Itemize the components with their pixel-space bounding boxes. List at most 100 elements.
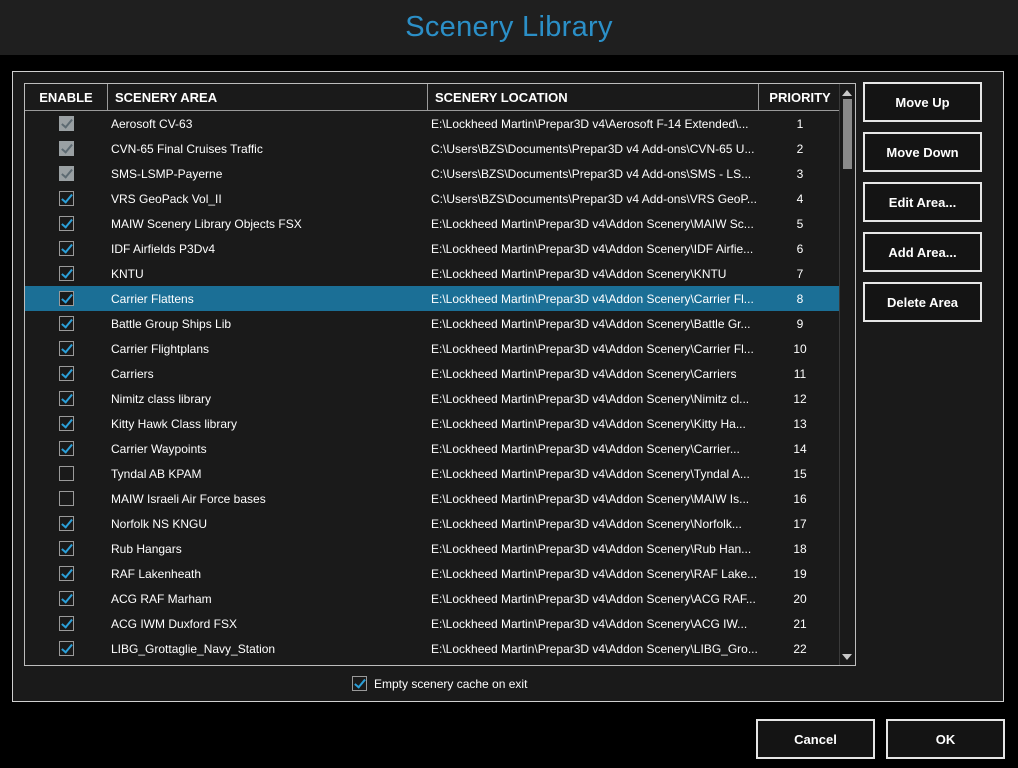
scenery-area-cell: Norfolk NS KNGU: [111, 516, 208, 531]
table-row[interactable]: Kitty Hawk Class library E:\Lockheed Mart…: [25, 411, 841, 436]
enable-checkbox[interactable]: [59, 516, 74, 531]
move-down-button[interactable]: Move Down: [863, 132, 982, 172]
table-row[interactable]: ACG IWM Duxford FSX E:\Lockheed Martin\Pr…: [25, 611, 841, 636]
scroll-up-arrow-icon[interactable]: [842, 90, 852, 96]
table-header: ENABLE SCENERY AREA SCENERY LOCATION PRI…: [25, 84, 841, 111]
enable-checkbox[interactable]: [59, 316, 74, 331]
table-row[interactable]: MAIW Scenery Library Objects FSX E:\Lockh…: [25, 211, 841, 236]
table-body: Aerosoft CV-63 E:\Lockheed Martin\Prepar3…: [25, 111, 841, 661]
scenery-area-cell: Rub Hangars: [111, 541, 182, 556]
table-row[interactable]: Rub Hangars E:\Lockheed Martin\Prepar3D v…: [25, 536, 841, 561]
table-scrollbar[interactable]: [839, 84, 855, 665]
enable-checkbox[interactable]: [59, 591, 74, 606]
table-row[interactable]: MAIW Israeli Air Force bases E:\Lockheed …: [25, 486, 841, 511]
scenery-location-cell: E:\Lockheed Martin\Prepar3D v4\Addon Sce…: [431, 541, 752, 556]
header-enable[interactable]: ENABLE: [25, 84, 108, 110]
priority-cell: 4: [796, 191, 804, 206]
enable-checkbox[interactable]: [59, 466, 74, 481]
header-priority[interactable]: PRIORITY: [759, 84, 841, 110]
priority-cell: 13: [793, 416, 807, 431]
cancel-button[interactable]: Cancel: [756, 719, 875, 759]
scenery-location-cell: E:\Lockheed Martin\Prepar3D v4\Addon Sce…: [431, 316, 751, 331]
ok-button[interactable]: OK: [886, 719, 1005, 759]
enable-cell: [25, 166, 108, 181]
enable-cell: [25, 391, 108, 406]
priority-cell: 17: [793, 516, 807, 531]
header-scenery-area[interactable]: SCENERY AREA: [108, 84, 428, 110]
priority-cell: 11: [793, 366, 807, 381]
scenery-location-cell: E:\Lockheed Martin\Prepar3D v4\Addon Sce…: [431, 416, 746, 431]
priority-cell: 9: [796, 316, 804, 331]
enable-checkbox[interactable]: [59, 566, 74, 581]
priority-cell: 8: [796, 291, 804, 306]
scenery-location-cell: E:\Lockheed Martin\Prepar3D v4\Addon Sce…: [431, 616, 748, 631]
scenery-area-cell: RAF Lakenheath: [111, 566, 202, 581]
table-row[interactable]: KNTU E:\Lockheed Martin\Prepar3D v4\Addon…: [25, 261, 841, 286]
table-row[interactable]: Battle Group Ships Lib E:\Lockheed Martin…: [25, 311, 841, 336]
scenery-table: ENABLE SCENERY AREA SCENERY LOCATION PRI…: [24, 83, 856, 666]
scenery-location-cell: C:\Users\BZS\Documents\Prepar3D v4 Add-o…: [431, 166, 752, 181]
priority-cell: 16: [793, 491, 807, 506]
scenery-area-cell: Carrier Waypoints: [111, 441, 207, 456]
scenery-location-cell: E:\Lockheed Martin\Prepar3D v4\Aerosoft …: [431, 116, 749, 131]
table-row[interactable]: Tyndal AB KPAM E:\Lockheed Martin\Prepar3…: [25, 461, 841, 486]
table-row[interactable]: Carrier Flattens E:\Lockheed Martin\Prepa…: [25, 286, 841, 311]
scroll-down-arrow-icon[interactable]: [842, 654, 852, 660]
table-row[interactable]: Nimitz class library E:\Lockheed Martin\P…: [25, 386, 841, 411]
table-row[interactable]: VRS GeoPack Vol_II C:\Users\BZS\Documents…: [25, 186, 841, 211]
enable-checkbox[interactable]: [59, 441, 74, 456]
enable-cell: [25, 616, 108, 631]
priority-cell: 12: [793, 391, 807, 406]
header-scenery-location[interactable]: SCENERY LOCATION: [428, 84, 759, 110]
add-area-button[interactable]: Add Area...: [863, 232, 982, 272]
enable-checkbox[interactable]: [59, 191, 74, 206]
enable-checkbox[interactable]: [59, 416, 74, 431]
scenery-location-cell: E:\Lockheed Martin\Prepar3D v4\Addon Sce…: [431, 341, 754, 356]
scenery-area-cell: Aerosoft CV-63: [111, 116, 193, 131]
scenery-location-cell: E:\Lockheed Martin\Prepar3D v4\Addon Sce…: [431, 591, 756, 606]
table-row[interactable]: Aerosoft CV-63 E:\Lockheed Martin\Prepar3…: [25, 111, 841, 136]
enable-cell: [25, 266, 108, 281]
table-row[interactable]: LIBG_Grottaglie_Navy_Station E:\Lockheed …: [25, 636, 841, 661]
table-row[interactable]: CVN-65 Final Cruises Traffic C:\Users\BZS…: [25, 136, 841, 161]
enable-checkbox[interactable]: [59, 391, 74, 406]
table-row[interactable]: Norfolk NS KNGU E:\Lockheed Martin\Prepar…: [25, 511, 841, 536]
edit-area-button[interactable]: Edit Area...: [863, 182, 982, 222]
enable-checkbox[interactable]: [59, 291, 74, 306]
enable-checkbox[interactable]: [59, 641, 74, 656]
enable-cell: [25, 641, 108, 656]
enable-checkbox[interactable]: [59, 541, 74, 556]
scenery-area-cell: ACG RAF Marham: [111, 591, 212, 606]
table-row[interactable]: Carriers E:\Lockheed Martin\Prepar3D v4\A…: [25, 361, 841, 386]
table-row[interactable]: ACG RAF Marham E:\Lockheed Martin\Prepar3…: [25, 586, 841, 611]
move-up-button[interactable]: Move Up: [863, 82, 982, 122]
empty-cache-checkbox[interactable]: [352, 676, 367, 691]
enable-cell: [25, 441, 108, 456]
enable-checkbox: [59, 141, 74, 156]
dialog-title-bar: Scenery Library: [0, 0, 1018, 55]
table-row[interactable]: Carrier Waypoints E:\Lockheed Martin\Prep…: [25, 436, 841, 461]
priority-cell: 3: [796, 166, 804, 181]
enable-checkbox[interactable]: [59, 366, 74, 381]
scrollbar-thumb[interactable]: [843, 99, 852, 169]
table-row[interactable]: IDF Airfields P3Dv4 E:\Lockheed Martin\Pr…: [25, 236, 841, 261]
enable-checkbox[interactable]: [59, 266, 74, 281]
table-row[interactable]: Carrier Flightplans E:\Lockheed Martin\Pr…: [25, 336, 841, 361]
enable-checkbox[interactable]: [59, 616, 74, 631]
enable-checkbox[interactable]: [59, 491, 74, 506]
table-row[interactable]: RAF Lakenheath E:\Lockheed Martin\Prepar3…: [25, 561, 841, 586]
scenery-panel: ENABLE SCENERY AREA SCENERY LOCATION PRI…: [12, 71, 1004, 702]
scenery-area-cell: MAIW Israeli Air Force bases: [111, 491, 266, 506]
enable-checkbox[interactable]: [59, 341, 74, 356]
empty-cache-label: Empty scenery cache on exit: [374, 676, 528, 691]
enable-checkbox[interactable]: [59, 216, 74, 231]
delete-area-button[interactable]: Delete Area: [863, 282, 982, 322]
scenery-area-cell: Tyndal AB KPAM: [111, 466, 202, 481]
empty-cache-option[interactable]: Empty scenery cache on exit: [352, 676, 527, 691]
priority-cell: 5: [796, 216, 804, 231]
enable-cell: [25, 491, 108, 506]
table-row[interactable]: SMS-LSMP-Payerne C:\Users\BZS\Documents\P…: [25, 161, 841, 186]
enable-checkbox[interactable]: [59, 241, 74, 256]
scenery-location-cell: E:\Lockheed Martin\Prepar3D v4\Addon Sce…: [431, 366, 737, 381]
scenery-location-cell: E:\Lockheed Martin\Prepar3D v4\Addon Sce…: [431, 266, 727, 281]
